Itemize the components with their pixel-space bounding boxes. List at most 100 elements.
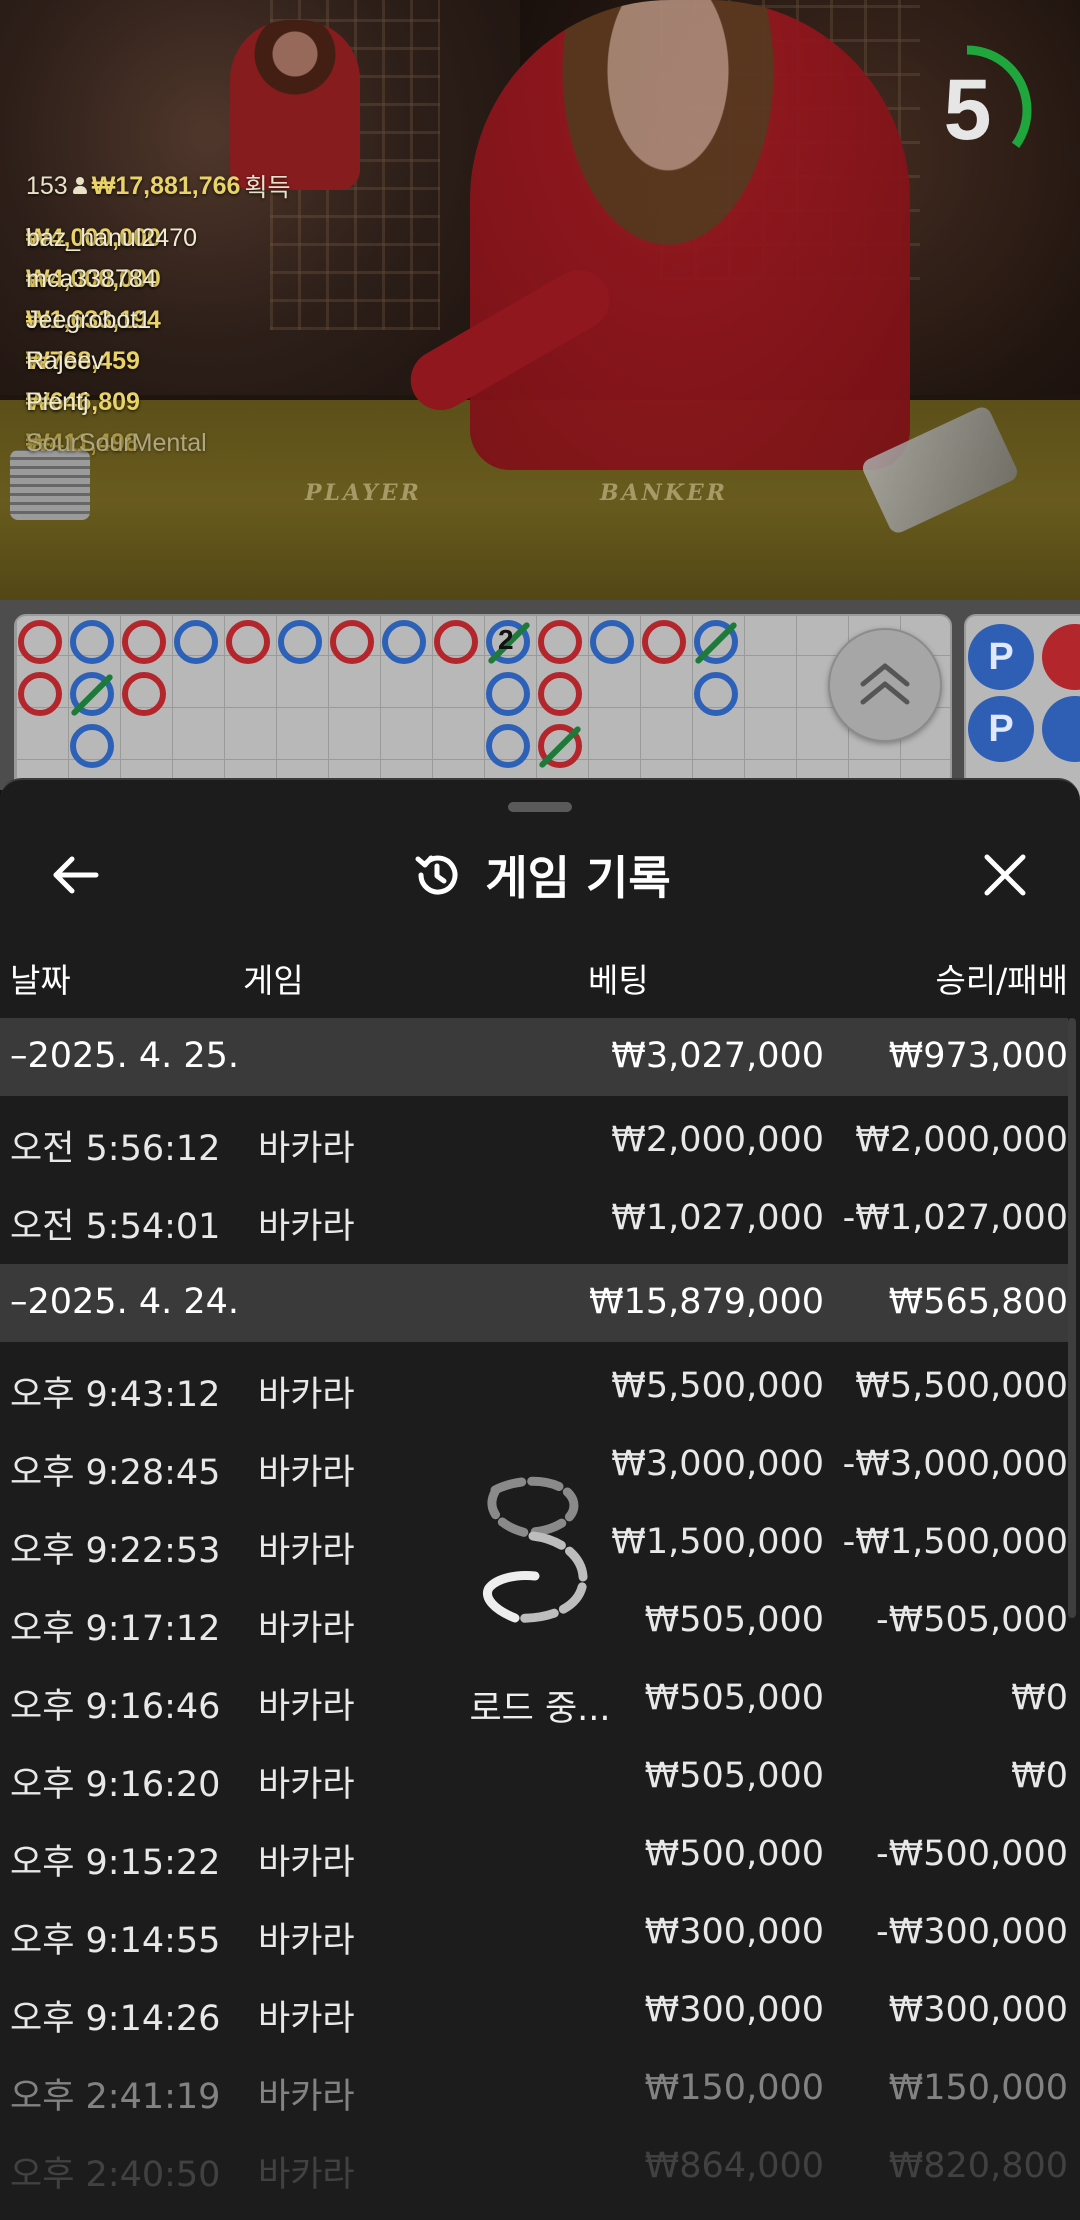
back-button[interactable] <box>40 840 110 910</box>
row-result: ₩820,800 <box>888 2146 1068 2186</box>
row-bet: ₩864,000 <box>644 2146 824 2186</box>
banker-ring <box>18 672 62 716</box>
row-result: -₩500,000 <box>876 1834 1068 1874</box>
date-group-row[interactable]: –2025. 4. 25. ₩3,027,000 ₩973,000 <box>0 1018 1068 1096</box>
row-game: 바카라 <box>258 1609 355 1649</box>
row-bet: ₩500,000 <box>644 1834 824 1874</box>
row-bet: ₩300,000 <box>644 1912 824 1952</box>
winner-row: ₩4,000,000 baz_hanul2470 <box>26 206 290 252</box>
table-row[interactable]: 오후 9:14:55 바카라 ₩300,000 -₩300,000 <box>0 1894 1068 1972</box>
banker-ring <box>226 620 270 664</box>
banker-ring <box>642 620 686 664</box>
row-result: ₩0 <box>1011 1678 1068 1718</box>
table-row[interactable]: 오전 5:56:12 바카라 ₩2,000,000 ₩2,000,000 <box>0 1102 1068 1180</box>
row-result: ₩5,500,000 <box>855 1366 1068 1406</box>
table-row[interactable]: 오후 9:15:22 바카라 ₩500,000 -₩500,000 <box>0 1816 1068 1894</box>
winners-list: 153 ₩17,881,766 획득 ₩4,000,000 baz_hanul2… <box>26 166 290 458</box>
banker-ring <box>122 620 166 664</box>
row-result: -₩505,000 <box>876 1600 1068 1640</box>
player-ring <box>278 620 322 664</box>
table-header: 날짜 게임 베팅 승리/패배 <box>0 930 1080 1020</box>
chevrons-up-icon <box>860 663 910 705</box>
history-icon <box>415 855 458 895</box>
row-bet: ₩505,000 <box>644 1678 824 1718</box>
winners-total-amount: ₩17,881,766 <box>91 171 241 200</box>
row-bet: ₩300,000 <box>644 1990 824 2030</box>
group-bet-total: ₩15,879,000 <box>588 1282 824 1322</box>
banker-ring <box>538 620 582 664</box>
banker-ring <box>122 672 166 716</box>
group-result-total: ₩565,800 <box>888 1282 1068 1322</box>
row-time: 오후 9:16:20 <box>10 1765 221 1805</box>
player-mark <box>1042 696 1080 762</box>
close-icon <box>984 854 1026 896</box>
table-row[interactable]: 오후 2:40:50 바카라 ₩864,000 ₩820,800 <box>0 2128 1068 2206</box>
date-group-row[interactable]: –2025. 4. 24. ₩15,879,000 ₩565,800 <box>0 1264 1068 1342</box>
row-time: 오후 9:14:55 <box>10 1921 221 1961</box>
row-game: 바카라 <box>258 2155 355 2195</box>
drag-handle[interactable] <box>508 802 572 812</box>
row-game: 바카라 <box>258 1999 355 2039</box>
winners-total: 153 ₩17,881,766 획득 <box>26 166 290 206</box>
winner-row: ₩768,459 Rajeev <box>26 329 290 375</box>
person-icon <box>72 177 88 195</box>
table-row[interactable]: 오후 2:41:19 바카라 ₩150,000 ₩150,000 <box>0 2050 1068 2128</box>
row-game: 바카라 <box>258 2077 355 2117</box>
row-result: -₩3,000,000 <box>842 1444 1068 1484</box>
timer-value: 5 <box>943 61 992 158</box>
banker-ring <box>18 620 62 664</box>
row-result: -₩1,027,000 <box>842 1198 1068 1238</box>
column-result: 승리/패배 <box>935 961 1068 1000</box>
banker-ring <box>538 672 582 716</box>
banker-mark <box>1042 624 1080 690</box>
row-game: 바카라 <box>258 1453 355 1493</box>
row-result: -₩1,500,000 <box>842 1522 1068 1562</box>
table-row[interactable]: 오후 9:16:20 바카라 ₩505,000 ₩0 <box>0 1738 1068 1816</box>
row-time: 오후 9:43:12 <box>10 1375 221 1415</box>
tie-count: 2 <box>498 624 514 655</box>
table-row[interactable]: 오전 5:54:01 바카라 ₩1,027,000 -₩1,027,000 <box>0 1180 1068 1258</box>
group-bet-total: ₩3,027,000 <box>611 1036 824 1076</box>
player-ring <box>174 620 218 664</box>
row-result: ₩150,000 <box>888 2068 1068 2108</box>
winner-user: SourSourMental <box>26 429 207 457</box>
row-game: 바카라 <box>258 1129 355 1169</box>
row-bet: ₩150,000 <box>644 2068 824 2108</box>
row-game: 바카라 <box>258 1843 355 1883</box>
banker-ring <box>330 620 374 664</box>
panel-title: 게임 기록 <box>485 851 671 905</box>
player-mark: P <box>968 696 1034 762</box>
row-result: ₩2,000,000 <box>855 1120 1068 1160</box>
winners-count: 153 <box>26 171 68 200</box>
row-bet: ₩505,000 <box>644 1756 824 1796</box>
expand-roadmap-button[interactable] <box>828 628 942 742</box>
row-game: 바카라 <box>258 1765 355 1805</box>
row-result: ₩0 <box>1011 1756 1068 1796</box>
row-bet: ₩1,500,000 <box>611 1522 824 1562</box>
column-game: 게임 <box>243 961 304 1000</box>
scrollbar[interactable] <box>1068 1018 1076 1618</box>
row-time: 오후 9:16:46 <box>10 1687 221 1727</box>
player-ring <box>70 724 114 768</box>
close-button[interactable] <box>970 840 1040 910</box>
row-time: 오후 2:41:19 <box>10 2077 221 2117</box>
row-game: 바카라 <box>258 1375 355 1415</box>
group-result-total: ₩973,000 <box>888 1036 1068 1076</box>
player-ring <box>694 672 738 716</box>
column-date: 날짜 <box>10 961 71 1000</box>
player-ring <box>590 620 634 664</box>
table-row[interactable]: 오후 9:14:26 바카라 ₩300,000 ₩300,000 <box>0 1972 1068 2050</box>
group-date: –2025. 4. 24. <box>10 1282 240 1322</box>
row-game: 바카라 <box>258 1207 355 1247</box>
winner-row: ₩411,498 SourSourMental <box>26 411 290 457</box>
row-bet: ₩2,000,000 <box>611 1120 824 1160</box>
row-bet: ₩505,000 <box>644 1600 824 1640</box>
player-ring <box>382 620 426 664</box>
row-result: -₩300,000 <box>876 1912 1068 1952</box>
arrow-left-icon <box>53 856 99 894</box>
row-time: 오후 9:17:12 <box>10 1609 221 1649</box>
row-time: 오후 9:15:22 <box>10 1843 221 1883</box>
loading-spinner-icon <box>483 1476 588 1623</box>
table-row[interactable]: 오후 9:43:12 바카라 ₩5,500,000 ₩5,500,000 <box>0 1348 1068 1426</box>
loading-indicator: 로드 중... <box>455 1470 625 1740</box>
